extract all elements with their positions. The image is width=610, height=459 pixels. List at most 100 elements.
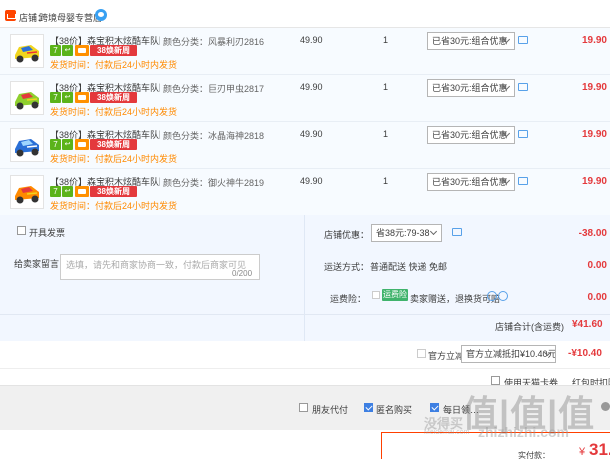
shop-icon <box>5 10 16 21</box>
ship-time: 发货时间：付款后24小时内发货 <box>50 60 178 70</box>
daily-option-checkbox[interactable] <box>430 403 439 412</box>
message-icon[interactable] <box>518 177 528 185</box>
unit-price: 49.90 <box>300 35 323 45</box>
chat-seller-icon[interactable] <box>95 9 107 21</box>
return-tag: ↩ <box>62 45 73 56</box>
order-item: 【38价】森宝积木炫酷车队回... 7 ↩ 38焕新周 发货时间：付款后24小时… <box>0 75 610 122</box>
watermark-site: zhizhizhi.com <box>478 424 569 440</box>
item-promo-value: 已省30元:组合优惠 <box>432 83 508 93</box>
item-thumbnail[interactable] <box>10 81 44 115</box>
message-icon[interactable] <box>452 228 462 236</box>
item-quantity: 1 <box>383 129 389 139</box>
order-item: 【38价】森宝积木炫酷车队回... 7 ↩ 38焕新周 发货时间：付款后24小时… <box>0 122 610 169</box>
watermark-url: Meidemai.com <box>424 429 470 436</box>
friend-pay-label: 朋友代付 <box>312 405 349 415</box>
unit-price: 49.90 <box>300 176 323 186</box>
promo-tag: 38焕新周 <box>90 186 137 197</box>
item-color: 颜色分类：风暴利刃2816 <box>163 37 265 47</box>
item-promo-select[interactable]: 已省30元:组合优惠 <box>427 79 515 97</box>
ship-time: 发货时间：付款后24小时内发货 <box>50 201 178 211</box>
item-color: 颜色分类：巨刃甲虫2817 <box>163 84 265 94</box>
item-thumbnail[interactable] <box>10 34 44 68</box>
card-tag-icon <box>75 139 89 150</box>
toy-car-image <box>11 82 43 114</box>
toy-car-image <box>11 35 43 67</box>
message-char-count: 0/200 <box>232 269 253 278</box>
anonymous-purchase-label: 匿名购买 <box>376 405 413 415</box>
official-discount-amount: -¥10.40 <box>568 348 602 359</box>
coupon-amount: -38.00 <box>578 228 607 239</box>
shop-total-label: 店铺合计(含运费) <box>495 322 564 332</box>
insurance-label: 运费险： <box>330 294 367 304</box>
card-tag-icon <box>75 92 89 103</box>
unit-price: 49.90 <box>300 82 323 92</box>
shipping-label: 运送方式： <box>324 262 370 272</box>
item-thumbnail[interactable] <box>10 175 44 209</box>
card-tag-icon <box>75 45 89 56</box>
ship-time: 发货时间：付款后24小时内发货 <box>50 107 178 117</box>
item-promo-select[interactable]: 已省30元:组合优惠 <box>427 126 515 144</box>
help-icon[interactable] <box>487 291 497 301</box>
return-tag: ↩ <box>62 139 73 150</box>
order-item: 【38价】森宝积木炫酷车队回... 7 ↩ 38焕新周 发货时间：付款后24小时… <box>0 169 610 216</box>
invoice-checkbox[interactable] <box>17 226 26 235</box>
insurance-amount: 0.00 <box>587 292 607 303</box>
seller-message-placeholder: 选填，请先和商家协商一致，付款后商家可见 <box>66 260 247 270</box>
more-icon[interactable] <box>601 402 610 411</box>
item-color: 颜色分类：冰晶海神2818 <box>163 131 265 141</box>
return-tag: ↩ <box>62 186 73 197</box>
anonymous-purchase-checkbox[interactable] <box>364 403 373 412</box>
unit-price: 49.90 <box>300 129 323 139</box>
shop-total-value: ¥41.60 <box>572 319 603 330</box>
message-icon[interactable] <box>518 83 528 91</box>
chevron-down-icon <box>429 227 438 236</box>
item-promo-value: 已省30元:组合优惠 <box>432 177 508 187</box>
toy-car-image <box>11 176 43 208</box>
item-promo-select[interactable]: 已省30元:组合优惠 <box>427 32 515 50</box>
item-quantity: 1 <box>383 35 389 45</box>
shop-coupon-select[interactable]: 省38元:79-38 <box>371 224 442 242</box>
payment-label: 实付款： <box>518 451 550 459</box>
item-promo-select[interactable]: 已省30元:组合优惠 <box>427 173 515 191</box>
item-subtotal: 19.90 <box>581 176 607 187</box>
item-list: 【38价】森宝积木炫酷车队回... 7 ↩ 38焕新周 发货时间：付款后24小时… <box>0 28 610 216</box>
item-subtotal: 19.90 <box>581 35 607 46</box>
seven-day-return-tag: 7 <box>50 92 61 103</box>
toy-car-image <box>11 129 43 161</box>
item-quantity: 1 <box>383 82 389 92</box>
shipping-method: 普通配送 快递 免邮 <box>370 262 448 272</box>
shop-coupon-value: 省38元:79-38 <box>376 228 430 238</box>
friend-pay-checkbox[interactable] <box>299 403 308 412</box>
item-color: 颜色分类：御火神牛2819 <box>163 178 265 188</box>
seven-day-return-tag: 7 <box>50 45 61 56</box>
invoice-label: 开具发票 <box>29 228 66 238</box>
item-thumbnail[interactable] <box>10 128 44 162</box>
order-item: 【38价】森宝积木炫酷车队回... 7 ↩ 38焕新周 发货时间：付款后24小时… <box>0 28 610 75</box>
insurance-checkbox[interactable] <box>372 291 380 299</box>
promo-tag: 38焕新周 <box>90 45 137 56</box>
official-discount-checkbox[interactable] <box>417 349 426 358</box>
shipping-amount: 0.00 <box>587 260 607 271</box>
help-icon[interactable] <box>498 291 508 301</box>
item-promo-value: 已省30元:组合优惠 <box>432 130 508 140</box>
card-tag-icon <box>75 186 89 197</box>
payment-amount: 31.20 <box>589 440 610 459</box>
coupon-label: 店铺优惠： <box>324 230 370 240</box>
official-discount-label: 官方立减 <box>428 351 465 361</box>
item-promo-value: 已省30元:组合优惠 <box>432 36 508 46</box>
official-discount-value: 官方立减抵扣¥10.40元 <box>466 349 556 359</box>
payment-currency: ¥ <box>579 446 586 458</box>
official-discount-select[interactable]: 官方立减抵扣¥10.40元 <box>461 345 556 363</box>
item-subtotal: 19.90 <box>581 82 607 93</box>
shop-name-link[interactable]: 跨境母婴专营店 <box>39 11 102 24</box>
return-tag: ↩ <box>62 92 73 103</box>
message-icon[interactable] <box>518 36 528 44</box>
seven-day-return-tag: 7 <box>50 186 61 197</box>
message-icon[interactable] <box>518 130 528 138</box>
item-subtotal: 19.90 <box>581 129 607 140</box>
insurance-badge: 运费险 <box>382 289 408 301</box>
ship-time: 发货时间：付款后24小时内发货 <box>50 154 178 164</box>
use-coupon-checkbox[interactable] <box>491 376 500 385</box>
seven-day-return-tag: 7 <box>50 139 61 150</box>
promo-tag: 38焕新周 <box>90 92 137 103</box>
